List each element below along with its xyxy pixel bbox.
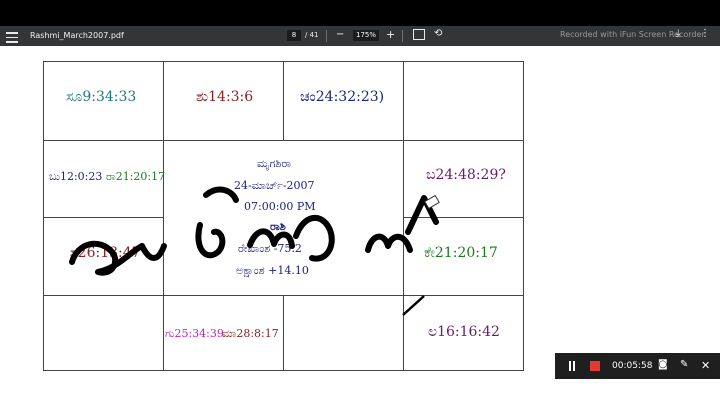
rotate-icon[interactable]: ⟲ bbox=[434, 28, 442, 39]
cell-lagna-b: ಬ24:48:29? bbox=[426, 167, 506, 183]
fit-page-icon[interactable] bbox=[413, 29, 425, 40]
pause-icon[interactable] bbox=[569, 361, 571, 371]
cell-saturn: ಶ26:13:47 bbox=[70, 245, 141, 261]
divider bbox=[326, 30, 327, 42]
close-icon[interactable]: ✕ bbox=[701, 359, 710, 372]
page-total: / 41 bbox=[305, 31, 319, 39]
zoom-in-icon[interactable]: + bbox=[386, 28, 395, 41]
cell-jupiter: ಗು25:34:39 bbox=[165, 327, 224, 340]
divider bbox=[402, 30, 403, 42]
page-number-input[interactable]: 8 bbox=[287, 30, 301, 41]
download-icon[interactable]: ⤓ bbox=[676, 28, 680, 39]
menu-icon[interactable] bbox=[6, 29, 18, 43]
recording-control-bar: 00:05:58 ◙ ✎ ✕ bbox=[555, 353, 720, 379]
cell-mars: ಮಾ28:8:17 bbox=[222, 327, 279, 340]
grid-line bbox=[283, 62, 284, 140]
grid-line bbox=[283, 295, 284, 370]
center-latitude: ಅಕ್ಷಾಂಶ +14.10 bbox=[236, 264, 309, 277]
grid-line bbox=[44, 140, 523, 141]
cell-moon: ಚಂ24:32:23) bbox=[300, 89, 385, 105]
cell-ketu: ಕೇ21:20:17 bbox=[424, 245, 498, 261]
center-longitude: ರೇಖಾಂಶ -75.2 bbox=[238, 242, 302, 255]
cell-lagna: ಲ16:16:42 bbox=[428, 324, 500, 340]
more-options-icon[interactable]: ⋮ bbox=[700, 28, 710, 39]
pdf-page: ಸೂ9:34:33 ಶು14:3:6 ಚಂ24:32:23) ಬು12:0:23… bbox=[0, 46, 720, 404]
center-date: 24-ಮಾರ್ಚ್-2007 bbox=[234, 179, 315, 192]
grid-line bbox=[403, 217, 523, 218]
zoom-level-input[interactable]: 175% bbox=[353, 30, 379, 41]
zoom-out-icon[interactable]: − bbox=[336, 29, 344, 40]
grid-line bbox=[403, 62, 404, 370]
cell-mercury: ಬು12:0:23 bbox=[49, 170, 103, 183]
recording-timer: 00:05:58 bbox=[612, 361, 653, 371]
grid-line bbox=[44, 295, 523, 296]
center-nakshatra: ಮೃಗಶಿರಾ bbox=[257, 157, 292, 170]
cell-rahu: ರಾ21:20:17 bbox=[106, 170, 166, 183]
pen-icon[interactable]: ✎ bbox=[680, 359, 688, 370]
top-black-bar bbox=[0, 0, 720, 26]
grid-line bbox=[163, 62, 164, 370]
cell-sun: ಸೂ9:34:33 bbox=[66, 89, 137, 105]
pdf-toolbar: Rashmi_March2007.pdf 8 / 41 − 175% + ⟲ R… bbox=[0, 26, 720, 46]
cell-venus: ಶು14:3:6 bbox=[196, 89, 254, 105]
stop-icon[interactable] bbox=[590, 361, 600, 371]
center-time: 07:00:00 PM bbox=[244, 200, 316, 213]
file-name: Rashmi_March2007.pdf bbox=[30, 31, 124, 40]
grid-line bbox=[44, 217, 163, 218]
recorder-watermark: Recorded with iFun Screen Recorder bbox=[560, 30, 705, 39]
center-rashi: ರಾಶಿ bbox=[270, 220, 286, 233]
camera-icon[interactable]: ◙ bbox=[658, 359, 668, 370]
